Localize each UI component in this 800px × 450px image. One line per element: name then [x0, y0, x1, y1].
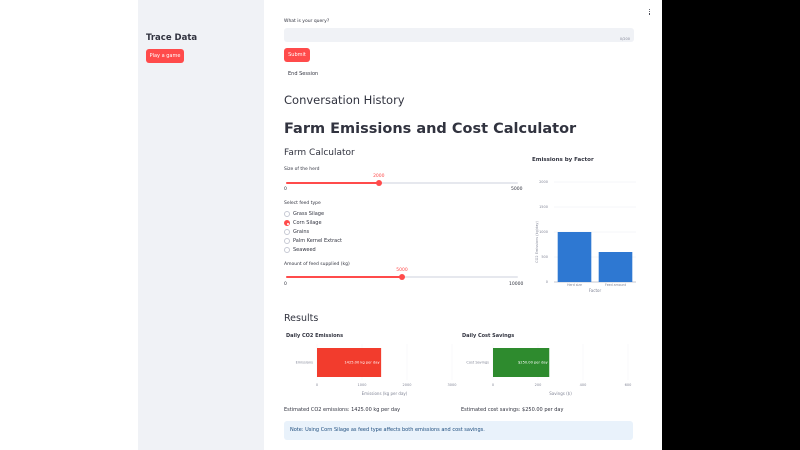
feed-amount-fill	[286, 276, 402, 278]
query-input[interactable]: 0/200	[284, 28, 634, 42]
y-tick-label: 2000	[539, 180, 548, 184]
feed-type-option-label: Seaweed	[293, 247, 316, 253]
query-char-counter: 0/200	[619, 37, 630, 41]
main-menu-icon[interactable]	[648, 8, 651, 15]
x-axis-label: Emissions (kg per day)	[362, 391, 408, 396]
feed-amount-thumb[interactable]	[399, 274, 405, 280]
y-tick-label: Cost Savings	[466, 361, 489, 365]
feed-type-option-label: Corn Silage	[293, 220, 322, 226]
x-tick-label: 1000	[358, 383, 367, 387]
herd-size-track	[286, 180, 518, 186]
results-heading: Results	[284, 313, 319, 324]
estimated-savings-text: Estimated cost savings: $250.00 per day	[461, 407, 564, 413]
feed-amount-label: Amount of feed supplied (kg)	[284, 262, 350, 267]
feed-amount-track	[286, 274, 518, 280]
main-content: What is your query? 0/200 Submit End Ses…	[264, 0, 662, 450]
x-axis-label: Factor	[589, 288, 602, 293]
bar	[598, 252, 633, 282]
bar	[557, 232, 592, 282]
bar-data-label: $250.00 per day	[518, 361, 549, 365]
calculator-heading: Farm Calculator	[284, 148, 355, 158]
herd-size-fill	[286, 182, 379, 184]
radio-circle-icon[interactable]	[284, 220, 290, 226]
chart-title: Daily CO2 Emissions	[286, 333, 343, 339]
y-axis-label: CO2 Emissions (kg/day)	[535, 221, 539, 263]
feed-amount-value: 5000	[396, 268, 408, 273]
x-tick-label: 3000	[448, 383, 457, 387]
feed-type-option[interactable]: Palm Kernel Extract	[284, 238, 342, 244]
x-tick-label: 400	[580, 383, 587, 387]
bar-data-label: 1425.00 kg per day	[344, 361, 380, 365]
feed-amount-min: 0	[284, 282, 287, 287]
info-note: Note: Using Corn Silage as feed type aff…	[284, 421, 633, 440]
x-tick-label: Herd size	[567, 283, 582, 287]
conversation-history-heading: Conversation History	[284, 93, 405, 107]
feed-type-option[interactable]: Grains	[284, 229, 309, 235]
herd-size-value: 2000	[373, 174, 385, 179]
x-tick-label: 600	[625, 383, 632, 387]
chart-title: Daily Cost Savings	[462, 333, 514, 339]
x-tick-label: 200	[535, 383, 542, 387]
end-session-button[interactable]: End Session	[284, 68, 322, 80]
radio-circle-icon[interactable]	[284, 238, 290, 244]
y-tick-label: Emissions	[296, 361, 314, 365]
y-tick-label: 500	[541, 255, 548, 259]
feed-type-option-label: Palm Kernel Extract	[293, 238, 342, 244]
estimated-emissions-text: Estimated CO2 emissions: 1425.00 kg per …	[284, 407, 401, 413]
sidebar-title: Trace Data	[146, 33, 198, 43]
x-tick-label: 2000	[403, 383, 412, 387]
daily-co2-emissions-chart: Daily CO2 Emissions 0 1000 2000 3000 1425.00 …	[286, 333, 457, 396]
feed-amount-max: 10000	[509, 282, 524, 287]
herd-size-label: Size of the herd	[284, 167, 320, 172]
x-axis-label: Savings ($)	[549, 391, 572, 396]
feed-type-option[interactable]: Corn Silage	[284, 220, 322, 226]
feed-amount-slider[interactable]: 5000	[286, 268, 518, 282]
feed-type-option-label: Grass Silage	[293, 211, 325, 217]
emissions-by-factor-chart: Emissions by Factor 2000 1500 1000 500 0 Herd …	[532, 157, 636, 293]
feed-type-option[interactable]: Grass Silage	[284, 211, 324, 217]
y-tick-label: 0	[546, 280, 548, 284]
app-frame: Trace Data Play a game What is your quer…	[0, 0, 662, 450]
x-tick-label: 0	[316, 383, 318, 387]
herd-size-thumb[interactable]	[375, 180, 382, 186]
submit-button[interactable]: Submit	[284, 48, 310, 62]
radio-circle-icon[interactable]	[284, 247, 290, 253]
chart-title: Emissions by Factor	[532, 157, 594, 163]
page-title: Farm Emissions and Cost Calculator	[284, 121, 577, 137]
x-tick-label: Feed amount	[605, 283, 627, 287]
radio-circle-icon[interactable]	[284, 211, 290, 217]
y-tick-label: 1500	[539, 205, 548, 209]
herd-size-slider[interactable]: 2000	[286, 174, 518, 188]
query-label: What is your query?	[284, 19, 330, 24]
radio-circle-icon[interactable]	[284, 229, 290, 235]
daily-cost-savings-chart: Daily Cost Savings 0 200 400 600 $250.00 per …	[462, 333, 632, 396]
sidebar: Trace Data Play a game	[138, 0, 264, 450]
herd-size-max: 5000	[511, 187, 523, 192]
y-tick-label: 1000	[539, 230, 548, 234]
herd-size-min: 0	[284, 187, 287, 192]
x-tick-label: 0	[492, 383, 494, 387]
feed-type-option[interactable]: Seaweed	[284, 247, 316, 253]
play-game-button[interactable]: Play a game	[146, 49, 184, 63]
feed-type-option-label: Grains	[293, 229, 310, 235]
feed-type-label: Select feed type	[284, 201, 321, 206]
